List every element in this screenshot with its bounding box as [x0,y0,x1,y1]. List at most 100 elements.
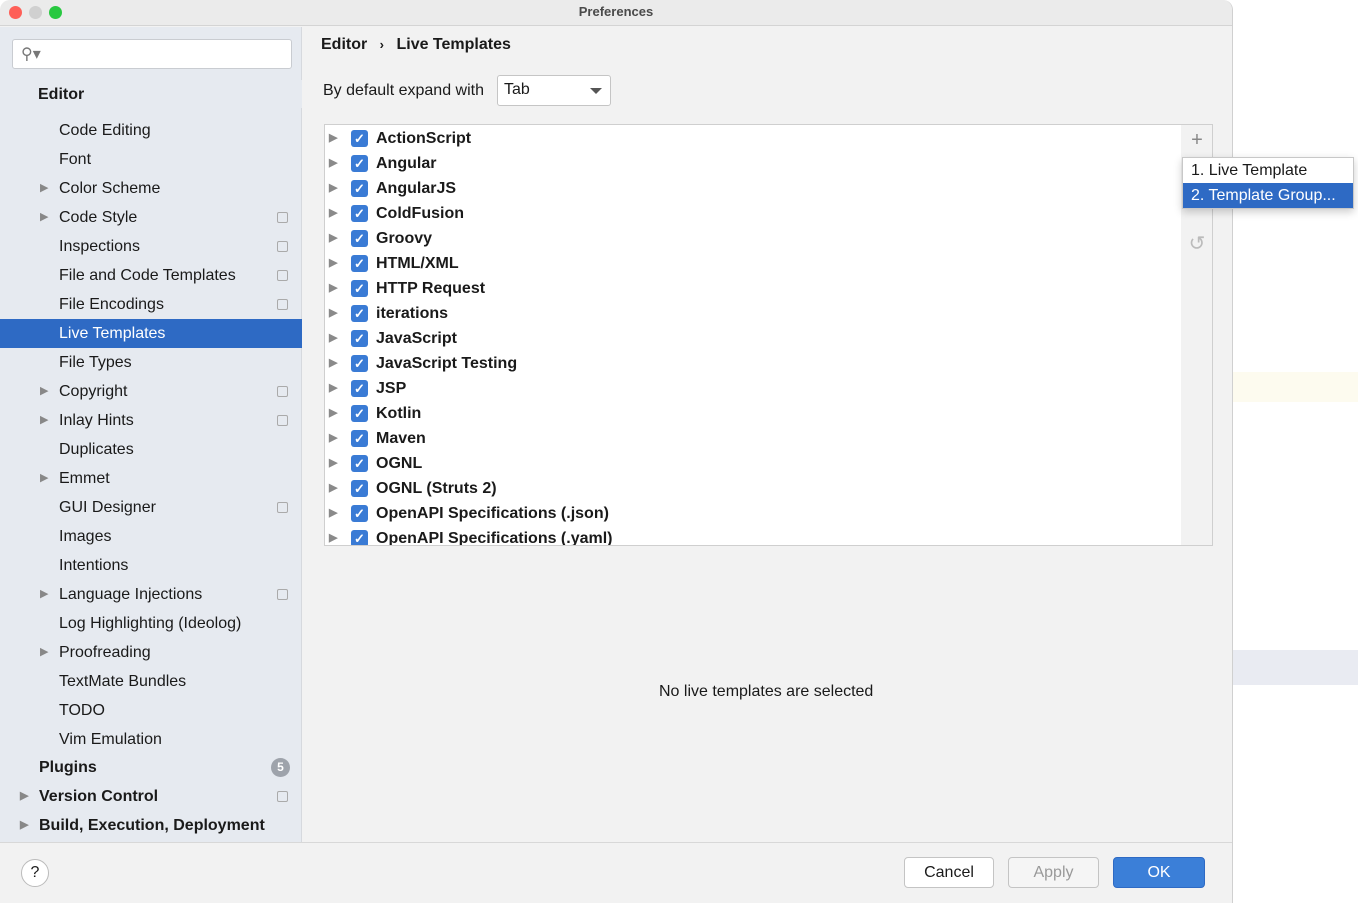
sidebar-item[interactable]: File Types [0,348,302,377]
group-enabled-checkbox[interactable]: ✓ [351,355,368,372]
template-group-row[interactable]: ▶ ✓ ActionScript [325,126,1181,151]
sidebar-item[interactable]: TODO [0,696,302,725]
expand-arrow-icon[interactable]: ▶ [40,638,48,667]
expand-arrow-icon[interactable]: ▶ [329,401,337,426]
expand-arrow-icon[interactable]: ▶ [20,782,28,811]
group-enabled-checkbox[interactable]: ✓ [351,430,368,447]
add-icon[interactable]: + [1187,129,1207,152]
group-enabled-checkbox[interactable]: ✓ [351,180,368,197]
expand-arrow-icon[interactable]: ▶ [329,301,337,326]
expand-arrow-icon[interactable]: ▶ [329,526,337,545]
expand-arrow-icon[interactable]: ▶ [20,811,28,840]
group-enabled-checkbox[interactable]: ✓ [351,230,368,247]
template-group-row[interactable]: ▶ ✓ Angular [325,151,1181,176]
expand-arrow-icon[interactable]: ▶ [40,406,48,435]
group-enabled-checkbox[interactable]: ✓ [351,305,368,322]
sidebar-item[interactable]: Inspections [0,232,302,261]
expand-arrow-icon[interactable]: ▶ [329,151,337,176]
template-group-row[interactable]: ▶ ✓ OGNL [325,451,1181,476]
expand-arrow-icon[interactable]: ▶ [329,251,337,276]
apply-button[interactable]: Apply [1008,857,1099,888]
sidebar-item[interactable]: TextMate Bundles [0,667,302,696]
group-enabled-checkbox[interactable]: ✓ [351,255,368,272]
expand-arrow-icon[interactable]: ▶ [329,501,337,526]
expand-arrow-icon[interactable]: ▶ [40,174,48,203]
group-enabled-checkbox[interactable]: ✓ [351,405,368,422]
sidebar-item[interactable]: ▶ Color Scheme [0,174,302,203]
sidebar-item[interactable]: ▶ Proofreading [0,638,302,667]
template-group-row[interactable]: ▶ ✓ Groovy [325,226,1181,251]
template-group-row[interactable]: ▶ ✓ OpenAPI Specifications (.yaml) [325,526,1181,545]
sidebar-item[interactable]: Duplicates [0,435,302,464]
expand-with-select[interactable]: Tab [497,75,611,106]
sidebar-item[interactable]: Live Templates [0,319,302,348]
expand-arrow-icon[interactable]: ▶ [40,580,48,609]
group-enabled-checkbox[interactable]: ✓ [351,480,368,497]
sidebar-item[interactable]: ▶ Language Injections [0,580,302,609]
sidebar-item[interactable]: Images [0,522,302,551]
sidebar-top-item[interactable]: Plugins 5 [0,753,302,782]
template-group-row[interactable]: ▶ ✓ JavaScript Testing [325,351,1181,376]
group-enabled-checkbox[interactable]: ✓ [351,330,368,347]
template-group-row[interactable]: ▶ ✓ AngularJS [325,176,1181,201]
template-group-row[interactable]: ▶ ✓ iterations [325,301,1181,326]
template-group-row[interactable]: ▶ ✓ JavaScript [325,326,1181,351]
sidebar-item[interactable]: ▶ Copyright [0,377,302,406]
expand-arrow-icon[interactable]: ▶ [329,326,337,351]
group-enabled-checkbox[interactable]: ✓ [351,280,368,297]
sidebar-item[interactable]: ▶ Emmet [0,464,302,493]
menu-item-template-group[interactable]: 2. Template Group... [1183,183,1353,208]
expand-arrow-icon[interactable]: ▶ [329,351,337,376]
template-group-row[interactable]: ▶ ✓ JSP [325,376,1181,401]
sidebar-item[interactable]: File and Code Templates [0,261,302,290]
expand-arrow-icon[interactable]: ▶ [40,464,48,493]
sidebar-item[interactable]: Intentions [0,551,302,580]
undo-icon[interactable]: ↺ [1187,231,1207,256]
template-group-row[interactable]: ▶ ✓ ColdFusion [325,201,1181,226]
sidebar-item[interactable]: Font [0,145,302,174]
sidebar-item[interactable]: ▶ Inlay Hints [0,406,302,435]
close-window-button[interactable] [9,6,22,19]
template-group-row[interactable]: ▶ ✓ OGNL (Struts 2) [325,476,1181,501]
expand-arrow-icon[interactable]: ▶ [329,201,337,226]
zoom-window-button[interactable] [49,6,62,19]
sidebar-top-item[interactable]: ▶ Version Control [0,782,302,811]
expand-arrow-icon[interactable]: ▶ [40,377,48,406]
ok-button[interactable]: OK [1113,857,1205,888]
cancel-button[interactable]: Cancel [904,857,994,888]
group-enabled-checkbox[interactable]: ✓ [351,205,368,222]
sidebar-item[interactable]: ▶ Code Style [0,203,302,232]
expand-arrow-icon[interactable]: ▶ [329,451,337,476]
group-enabled-checkbox[interactable]: ✓ [351,530,368,545]
group-enabled-checkbox[interactable]: ✓ [351,505,368,522]
menu-item-live-template[interactable]: 1. Live Template [1183,158,1353,183]
group-enabled-checkbox[interactable]: ✓ [351,380,368,397]
group-enabled-checkbox[interactable]: ✓ [351,130,368,147]
settings-search-input[interactable]: ⚲▾ [12,39,292,69]
group-enabled-checkbox[interactable]: ✓ [351,155,368,172]
breadcrumb-editor[interactable]: Editor [321,36,367,53]
sidebar-item[interactable]: File Encodings [0,290,302,319]
sidebar-top-item[interactable]: ▶ Build, Execution, Deployment [0,811,302,840]
expand-arrow-icon[interactable]: ▶ [329,276,337,301]
template-group-row[interactable]: ▶ ✓ HTML/XML [325,251,1181,276]
template-group-row[interactable]: ▶ ✓ HTTP Request [325,276,1181,301]
sidebar-item[interactable]: GUI Designer [0,493,302,522]
sidebar-item[interactable]: Vim Emulation [0,725,302,754]
sidebar-item[interactable]: Code Editing [0,116,302,145]
expand-arrow-icon[interactable]: ▶ [329,226,337,251]
expand-arrow-icon[interactable]: ▶ [329,376,337,401]
expand-arrow-icon[interactable]: ▶ [329,476,337,501]
expand-arrow-icon[interactable]: ▶ [329,126,337,151]
template-group-row[interactable]: ▶ ✓ OpenAPI Specifications (.json) [325,501,1181,526]
group-enabled-checkbox[interactable]: ✓ [351,455,368,472]
sidebar-item[interactable]: Log Highlighting (Ideolog) [0,609,302,638]
expand-arrow-icon[interactable]: ▶ [329,176,337,201]
expand-arrow-icon[interactable]: ▶ [329,426,337,451]
expand-arrow-icon[interactable]: ▶ [40,203,48,232]
minimize-window-button[interactable] [29,6,42,19]
template-group-row[interactable]: ▶ ✓ Kotlin [325,401,1181,426]
help-button[interactable]: ? [21,859,49,887]
sidebar-section-editor[interactable]: Editor [0,80,302,108]
template-group-row[interactable]: ▶ ✓ Maven [325,426,1181,451]
